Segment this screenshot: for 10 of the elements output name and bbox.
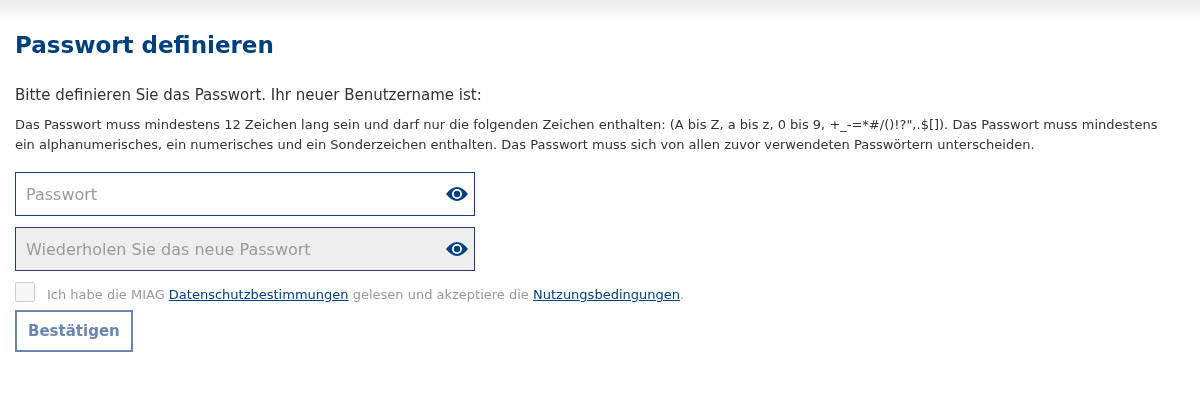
page-title: Passwort definieren — [15, 32, 275, 58]
terms-link[interactable]: Datenschutzbestimmungen — [168, 287, 349, 302]
consent-text: Ich habe die MIAG Datenschutzbestimmungen gelesen und akzeptiere die Nutzungsbedingungen. — [47, 287, 685, 302]
consent-checkbox[interactable] — [15, 282, 35, 302]
terms-link[interactable]: Nutzungsbedingungen — [533, 287, 680, 302]
eye-icon[interactable] — [445, 241, 469, 257]
eye-icon[interactable] — [445, 186, 469, 202]
password-rules-text: Das Passwort muss mindestens 12 Zeichen lang sein und darf nur die folgenden Zeichen enthalten: (A bis Z, a bis z, 0 bis 9, +_-=*#/()!?",.$[]). Das Passwort muss mindestens ein alphanumerisches, ein numerisches und ein Sonderzeichen enthalten. Das Passwort muss sich von allen zuvor verwendeten Passwörtern unterscheiden. — [15, 116, 1159, 154]
password-field[interactable]: Passwort — [15, 172, 475, 216]
intro-text: Bitte definieren Sie das Passwort. Ihr neuer Benutzername ist: — [15, 86, 483, 104]
